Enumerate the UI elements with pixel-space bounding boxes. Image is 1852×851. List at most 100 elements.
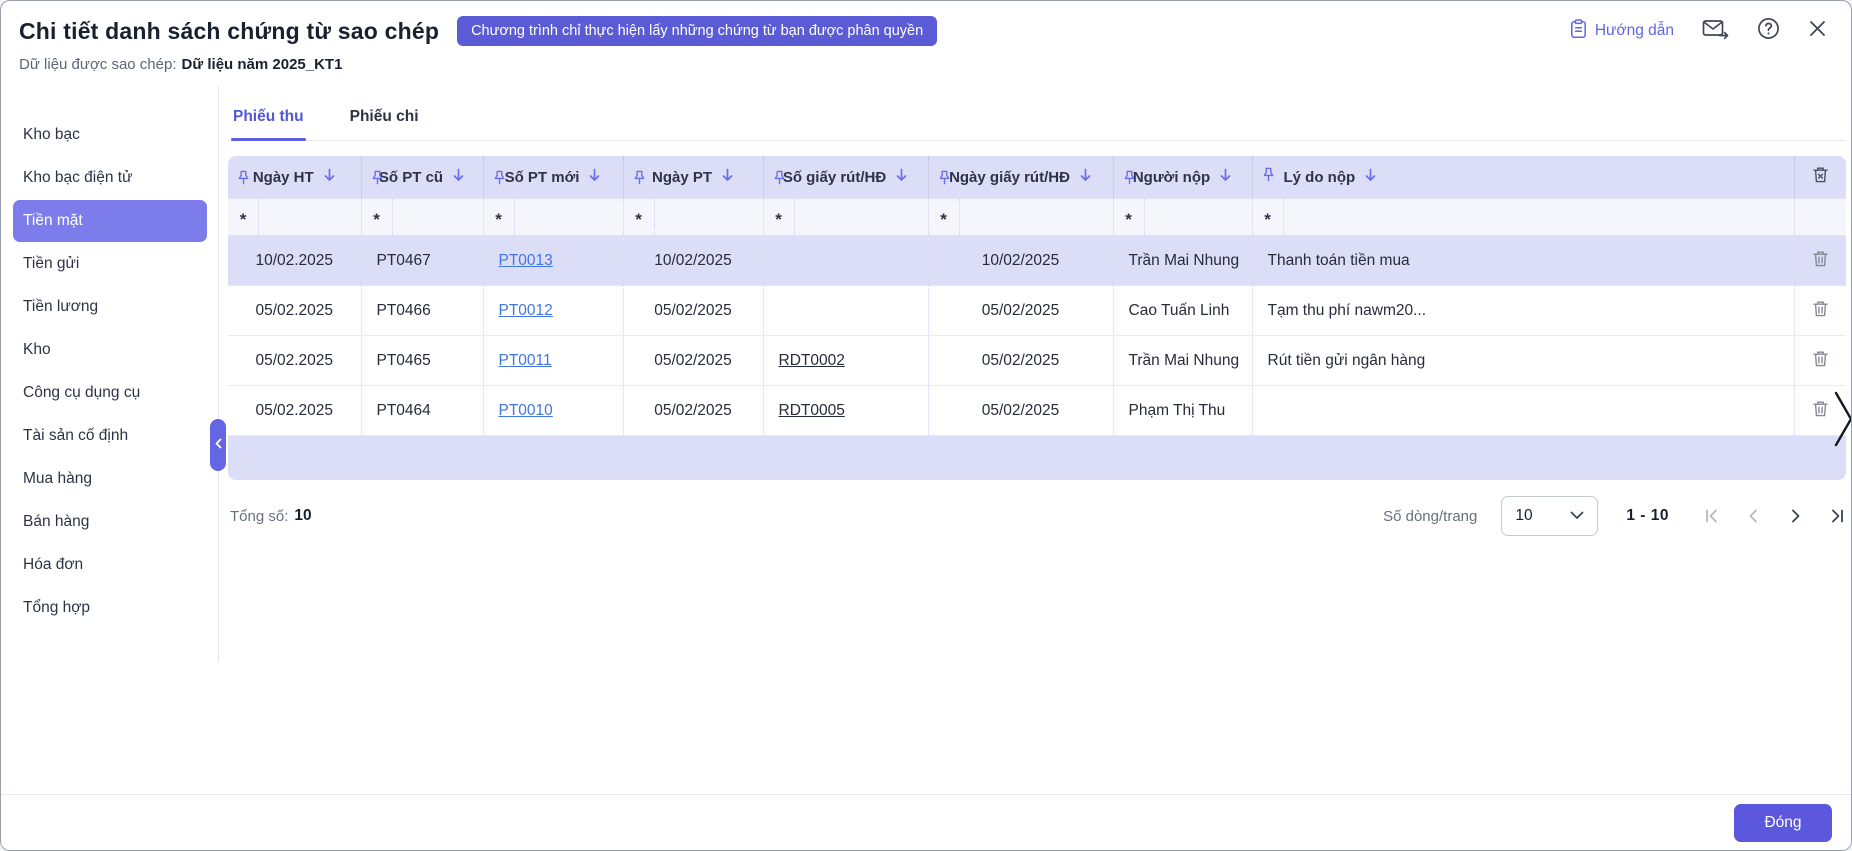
sidebar-collapse-handle[interactable]: [210, 419, 226, 471]
column-label: Người nộp: [1133, 169, 1210, 186]
column-header-so-giay-rut[interactable]: Số giấy rút/HĐ: [763, 156, 928, 199]
arrow-down-icon[interactable]: [1079, 168, 1092, 187]
pushpin-icon[interactable]: [371, 170, 384, 185]
guide-link[interactable]: Hướng dẫn: [1570, 19, 1674, 44]
column-header-so-pt-cu[interactable]: Số PT cũ: [361, 156, 483, 199]
document-link[interactable]: PT0010: [499, 402, 553, 419]
trash-icon: [1812, 300, 1829, 321]
filter-operator[interactable]: *: [929, 199, 960, 235]
chevron-down-icon: [1570, 507, 1584, 525]
pushpin-icon[interactable]: [938, 170, 951, 185]
cell-ly-do-nop: [1252, 386, 1794, 436]
total-label: Tổng số:: [230, 508, 288, 525]
arrow-down-icon[interactable]: [452, 168, 465, 187]
filter-cell-so-pt-cu[interactable]: *: [361, 199, 483, 236]
pushpin-icon[interactable]: [237, 170, 250, 185]
arrow-down-icon[interactable]: [323, 168, 336, 187]
sidebar-item-tien-mat[interactable]: Tiền mặt: [13, 200, 207, 242]
cell-so-giay-rut: RDT0002: [763, 336, 928, 386]
mail-send-icon: [1702, 18, 1729, 45]
withdrawal-doc-link[interactable]: RDT0005: [779, 402, 845, 419]
cell-nguoi-nop: Trần Mai Nhung: [1113, 236, 1252, 286]
filter-operator[interactable]: *: [1114, 199, 1145, 235]
sidebar-item-ban-hang[interactable]: Bán hàng: [1, 501, 218, 543]
sidebar-item-tien-luong[interactable]: Tiền lương: [1, 286, 218, 328]
documents-table: Ngày HT Số PT cũ: [228, 156, 1846, 436]
sidebar-item-kho[interactable]: Kho: [1, 329, 218, 371]
filter-cell-ly-do-nop[interactable]: *: [1252, 199, 1794, 236]
next-page-button[interactable]: [1787, 508, 1804, 524]
sidebar-item-mua-hang[interactable]: Mua hàng: [1, 458, 218, 500]
arrow-down-icon[interactable]: [895, 168, 908, 187]
column-header-ly-do-nop[interactable]: Lý do nộp: [1252, 156, 1794, 199]
withdrawal-doc-link[interactable]: RDT0002: [779, 352, 845, 369]
last-page-button[interactable]: [1829, 508, 1846, 524]
first-page-button[interactable]: [1703, 508, 1720, 524]
table-row[interactable]: 10/02.2025 PT0467 PT0013 10/02/2025 10/0…: [228, 236, 1846, 286]
clear-filters-header[interactable]: [1794, 156, 1846, 199]
delete-row-button[interactable]: [1808, 246, 1833, 275]
filter-operator[interactable]: *: [764, 199, 795, 235]
cell-ngay-ht: 10/02.2025: [228, 236, 361, 286]
tab-phieu-thu[interactable]: Phiếu thu: [231, 99, 306, 140]
filter-operator[interactable]: *: [624, 199, 655, 235]
pushpin-icon[interactable]: [1262, 167, 1275, 187]
document-link[interactable]: PT0011: [499, 352, 552, 369]
filter-operator[interactable]: *: [362, 199, 393, 235]
pushpin-icon[interactable]: [633, 170, 646, 185]
filter-cell-nguoi-nop[interactable]: *: [1113, 199, 1252, 236]
document-link[interactable]: PT0013: [499, 252, 553, 269]
question-circle-icon: [1757, 17, 1780, 45]
arrow-down-icon[interactable]: [588, 168, 601, 187]
feedback-button[interactable]: [1702, 18, 1729, 45]
sidebar-item-tong-hop[interactable]: Tổng hợp: [1, 587, 218, 629]
column-label: Số PT cũ: [379, 169, 443, 186]
column-label: Ngày HT: [253, 169, 314, 186]
delete-row-button[interactable]: [1808, 396, 1833, 425]
arrow-down-icon[interactable]: [1219, 168, 1232, 187]
sidebar-item-hoa-don[interactable]: Hóa đơn: [1, 544, 218, 586]
table-row[interactable]: 05/02.2025 PT0464 PT0010 05/02/2025 RDT0…: [228, 386, 1846, 436]
delete-row-button[interactable]: [1808, 296, 1833, 325]
pushpin-icon[interactable]: [493, 170, 506, 185]
filter-cell-so-giay-rut[interactable]: *: [763, 199, 928, 236]
tab-phieu-chi[interactable]: Phiếu chi: [348, 99, 421, 140]
sidebar-item-kho-bac[interactable]: Kho bạc: [1, 114, 218, 156]
previous-page-button[interactable]: [1745, 508, 1762, 524]
column-header-ngay-pt[interactable]: Ngày PT: [623, 156, 763, 199]
cell-ngay-ht: 05/02.2025: [228, 386, 361, 436]
table-row[interactable]: 05/02.2025 PT0465 PT0011 05/02/2025 RDT0…: [228, 336, 1846, 386]
cell-so-pt-cu: PT0466: [361, 286, 483, 336]
delete-row-button[interactable]: [1808, 346, 1833, 375]
filter-cell-ngay-ht[interactable]: *: [228, 199, 361, 236]
close-dialog-button[interactable]: [1808, 19, 1827, 43]
trash-x-icon[interactable]: [1812, 166, 1829, 189]
close-button[interactable]: Đóng: [1734, 804, 1832, 842]
table-footer-band: [228, 436, 1846, 480]
scroll-right-button[interactable]: [1833, 390, 1852, 453]
rows-per-page-select[interactable]: 10: [1501, 496, 1598, 536]
sidebar-item-cong-cu-dung-cu[interactable]: Công cụ dụng cụ: [1, 372, 218, 414]
table-row[interactable]: 05/02.2025 PT0466 PT0012 05/02/2025 05/0…: [228, 286, 1846, 336]
column-header-ngay-ht[interactable]: Ngày HT: [228, 156, 361, 199]
help-button[interactable]: [1757, 17, 1780, 45]
filter-cell-so-pt-moi[interactable]: *: [483, 199, 623, 236]
filter-operator[interactable]: *: [484, 199, 515, 235]
filter-cell-actions: [1794, 199, 1846, 236]
sidebar-item-kho-bac-dien-tu[interactable]: Kho bạc điện tử: [1, 157, 218, 199]
document-link[interactable]: PT0012: [499, 302, 553, 319]
column-header-ngay-giay-rut[interactable]: Ngày giấy rút/HĐ: [928, 156, 1113, 199]
sidebar-item-tai-san-co-dinh[interactable]: Tài sản cố định: [1, 415, 218, 457]
cell-actions: [1794, 286, 1846, 336]
arrow-down-icon[interactable]: [721, 168, 734, 187]
pushpin-icon[interactable]: [773, 170, 786, 185]
filter-operator[interactable]: *: [228, 199, 259, 235]
sidebar-item-tien-gui[interactable]: Tiền gửi: [1, 243, 218, 285]
filter-cell-ngay-pt[interactable]: *: [623, 199, 763, 236]
filter-cell-ngay-giay-rut[interactable]: *: [928, 199, 1113, 236]
column-header-so-pt-moi[interactable]: Số PT mới: [483, 156, 623, 199]
column-header-nguoi-nop[interactable]: Người nộp: [1113, 156, 1252, 199]
filter-operator[interactable]: *: [1253, 199, 1284, 235]
pushpin-icon[interactable]: [1123, 170, 1136, 185]
arrow-down-icon[interactable]: [1364, 168, 1377, 187]
